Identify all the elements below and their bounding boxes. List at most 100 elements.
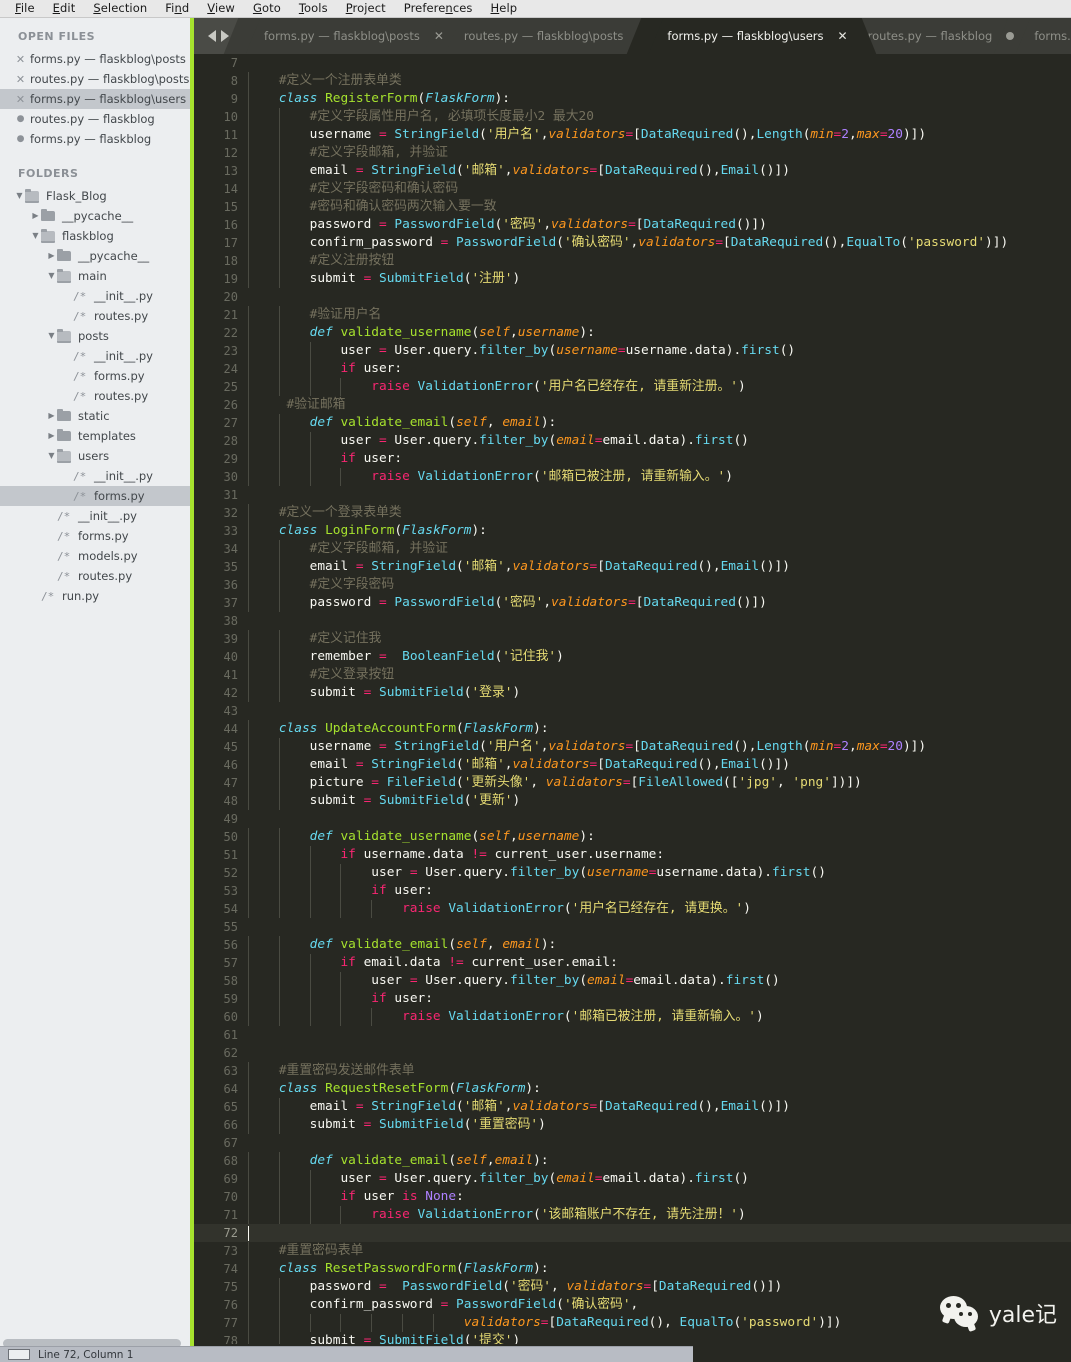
code-line[interactable]: 40 remember = BooleanField('记住我') [194,648,1071,666]
code-text[interactable]: email = StringField('邮箱',validators=[Dat… [248,558,1071,576]
code-text[interactable]: user = User.query.filter_by(email=email.… [248,432,1071,450]
chevron-right-icon[interactable] [220,30,229,42]
editor-tab[interactable]: forms.py — flas [994,18,1071,54]
code-line[interactable]: 26 #验证邮箱 [194,396,1071,414]
code-line[interactable]: 53 if user: [194,882,1071,900]
menu-item-find[interactable]: Find [156,0,198,17]
code-text[interactable]: #定义记住我 [248,630,1071,648]
tree-file-item[interactable]: ▶/* routes.py [0,306,190,326]
chevron-right-icon[interactable]: ▶ [30,206,41,226]
code-text[interactable]: if user: [248,990,1071,1008]
tree-folder-item[interactable]: ▶ __pycache__ [0,246,190,266]
code-text[interactable]: def validate_email(self,email): [248,1152,1071,1170]
code-line[interactable]: 44 class UpdateAccountForm(FlaskForm): [194,720,1071,738]
code-text[interactable]: class RegisterForm(FlaskForm): [248,90,1071,108]
menu-item-goto[interactable]: Goto [244,0,290,17]
tree-file-item[interactable]: ▶/* forms.py [0,486,190,506]
code-line[interactable]: 7 [194,54,1071,72]
code-text[interactable]: user = User.query.filter_by(email=email.… [248,1170,1071,1188]
code-text[interactable]: if username.data != current_user.usernam… [248,846,1071,864]
tree-folder-item[interactable]: ▼ Flask_Blog [0,186,190,206]
code-line[interactable]: 12 #定义字段邮箱, 并验证 [194,144,1071,162]
code-line[interactable]: 24 if user: [194,360,1071,378]
code-line[interactable]: 42 submit = SubmitField('登录') [194,684,1071,702]
code-text[interactable]: class ResetPasswordForm(FlaskForm): [248,1260,1071,1278]
tree-file-item[interactable]: ▶/* routes.py [0,566,190,586]
close-icon[interactable]: ✕ [14,73,27,86]
code-line[interactable]: 29 if user: [194,450,1071,468]
code-text[interactable]: #定义字段邮箱, 并验证 [248,144,1071,162]
code-line[interactable]: 36 #定义字段密码 [194,576,1071,594]
tree-folder-item[interactable]: ▼ users [0,446,190,466]
menu-item-tools[interactable]: Tools [290,0,337,17]
code-line[interactable]: 55 [194,918,1071,936]
code-line[interactable]: 46 email = StringField('邮箱',validators=[… [194,756,1071,774]
code-line[interactable]: 19 submit = SubmitField('注册') [194,270,1071,288]
tree-folder-item[interactable]: ▶ static [0,406,190,426]
code-text[interactable]: submit = SubmitField('提交') [248,1332,1071,1344]
code-text[interactable]: password = PasswordField('密码',validators… [248,594,1071,612]
code-text[interactable]: #定义注册按钮 [248,252,1071,270]
code-line[interactable]: 61 [194,1026,1071,1044]
tree-file-item[interactable]: ▶/* __init__.py [0,286,190,306]
code-line[interactable]: 51 if username.data != current_user.user… [194,846,1071,864]
code-line[interactable]: 10 #定义字段属性用户名, 必填项长度最小2 最大20 [194,108,1071,126]
tree-folder-item[interactable]: ▼ posts [0,326,190,346]
code-line[interactable]: 65 email = StringField('邮箱',validators=[… [194,1098,1071,1116]
code-text[interactable]: username = StringField('用户名',validators=… [248,738,1071,756]
code-text[interactable]: class RequestResetForm(FlaskForm): [248,1080,1071,1098]
code-text[interactable]: #定义登录按钮 [248,666,1071,684]
code-line[interactable]: 16 password = PasswordField('密码',validat… [194,216,1071,234]
chevron-right-icon[interactable]: ▶ [46,246,57,266]
tree-file-item[interactable]: ▶/* __init__.py [0,346,190,366]
code-text[interactable]: password = PasswordField('密码', validator… [248,1278,1071,1296]
code-text[interactable]: submit = SubmitField('注册') [248,270,1071,288]
code-text[interactable]: confirm_password = PasswordField('确认密码', [248,1296,1071,1314]
code-line[interactable]: 63 #重置密码发送邮件表单 [194,1062,1071,1080]
code-text[interactable]: user = User.query.filter_by(email=email.… [248,972,1071,990]
chevron-left-icon[interactable] [207,30,216,42]
code-line[interactable]: 66 submit = SubmitField('重置密码') [194,1116,1071,1134]
open-file-item[interactable]: ✕ forms.py — flaskblog\posts [0,49,190,69]
close-icon[interactable]: ✕ [14,93,27,106]
code-text[interactable]: #定义字段属性用户名, 必填项长度最小2 最大20 [248,108,1071,126]
code-text[interactable]: if user: [248,360,1071,378]
code-line[interactable]: 56 def validate_email(self, email): [194,936,1071,954]
code-text[interactable]: #验证用户名 [248,306,1071,324]
code-line[interactable]: 47 picture = FileField('更新头像', validator… [194,774,1071,792]
tree-file-item[interactable]: ▶/* __init__.py [0,506,190,526]
code-text[interactable]: #定义一个登录表单类 [248,504,1071,522]
code-text[interactable]: email = StringField('邮箱',validators=[Dat… [248,1098,1071,1116]
code-text[interactable]: #重置密码发送邮件表单 [248,1062,1071,1080]
chevron-down-icon[interactable]: ▼ [46,266,57,286]
code-line[interactable]: 20 [194,288,1071,306]
tree-file-item[interactable]: ▶/* __init__.py [0,466,190,486]
code-line[interactable]: 48 submit = SubmitField('更新') [194,792,1071,810]
code-line[interactable]: 14 #定义字段密码和确认密码 [194,180,1071,198]
code-line[interactable]: 39 #定义记住我 [194,630,1071,648]
code-text[interactable]: raise ValidationError('邮箱已被注册, 请重新输入。') [248,1008,1071,1026]
tab-close-icon[interactable]: ✕ [838,30,848,42]
code-text[interactable]: #定义字段邮箱, 并验证 [248,540,1071,558]
code-text[interactable]: confirm_password = PasswordField('确认密码',… [248,234,1071,252]
code-line[interactable]: 25 raise ValidationError('用户名已经存在, 请重新注册… [194,378,1071,396]
code-line[interactable]: 9 class RegisterForm(FlaskForm): [194,90,1071,108]
chevron-right-icon[interactable]: ▶ [46,406,57,426]
code-text[interactable]: submit = SubmitField('登录') [248,684,1071,702]
status-indicator-box[interactable] [8,1349,30,1360]
menu-item-file[interactable]: File [6,0,44,17]
code-text[interactable]: #定义一个注册表单类 [248,72,1071,90]
dirty-dot-icon[interactable]: ● [14,134,27,144]
code-line[interactable]: 57 if email.data != current_user.email: [194,954,1071,972]
code-line[interactable]: 18 #定义注册按钮 [194,252,1071,270]
code-line[interactable]: 34 #定义字段邮箱, 并验证 [194,540,1071,558]
code-text[interactable]: user = User.query.filter_by(username=use… [248,342,1071,360]
tree-file-item[interactable]: ▶/* models.py [0,546,190,566]
code-text[interactable]: def validate_email(self, email): [248,414,1071,432]
code-text[interactable]: #重置密码表单 [248,1242,1071,1260]
code-line[interactable]: 54 raise ValidationError('用户名已经存在, 请更换。'… [194,900,1071,918]
code-line[interactable]: 64 class RequestResetForm(FlaskForm): [194,1080,1071,1098]
code-text[interactable]: submit = SubmitField('更新') [248,792,1071,810]
code-text[interactable]: raise ValidationError('该邮箱账户不存在, 请先注册！') [248,1206,1071,1224]
code-line[interactable]: 37 password = PasswordField('密码',validat… [194,594,1071,612]
